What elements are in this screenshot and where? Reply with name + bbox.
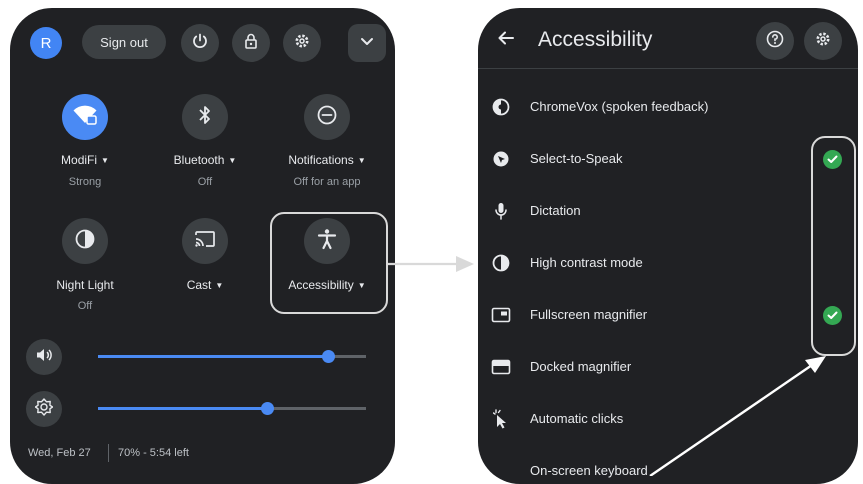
connector-arrow	[386, 256, 474, 272]
pointer-arrow	[649, 356, 826, 476]
annotation-overlay	[386, 256, 826, 476]
